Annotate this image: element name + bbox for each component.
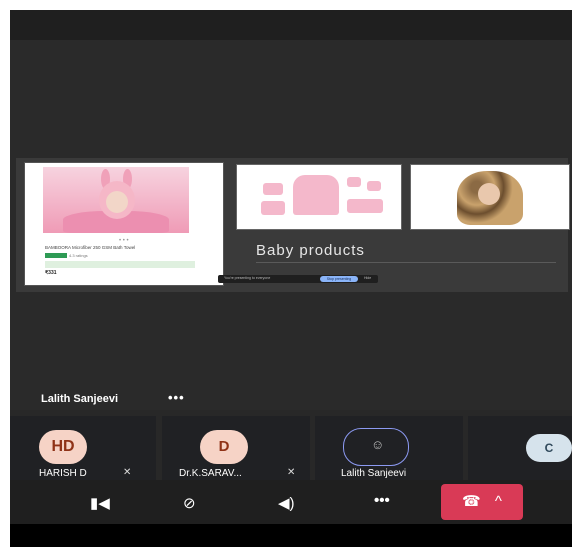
meeting-window: • • • BAMBOORA Microfiber 250 GSM Bath T… bbox=[10, 10, 572, 547]
person-icon: ☺ bbox=[371, 437, 385, 452]
presenter-more-button[interactable]: ••• bbox=[168, 390, 185, 405]
call-controls: ▮◀ ⊘ ◀) ••• ☎ ^ bbox=[10, 480, 572, 524]
product-piece bbox=[261, 201, 285, 215]
mic-off-icon: ✕ bbox=[287, 467, 296, 478]
product-title: BAMBOORA Microfiber 250 GSM Bath Towel bbox=[45, 245, 136, 250]
participant-name: Dr.K.SARAV... bbox=[179, 468, 242, 479]
phone-hangup-icon: ☎ bbox=[462, 493, 481, 510]
product-piece bbox=[263, 183, 283, 195]
top-bar bbox=[10, 10, 572, 40]
carousel-dots: • • • bbox=[119, 238, 129, 244]
baby-face bbox=[106, 191, 128, 213]
leopard-towel-thumbnail bbox=[410, 164, 570, 230]
rating-badge bbox=[45, 253, 67, 258]
offer-strip bbox=[45, 261, 195, 268]
camera-off-icon[interactable]: ▮◀ bbox=[90, 494, 110, 512]
participant-tile[interactable]: D Dr.K.SARAV... ✕ bbox=[162, 416, 310, 480]
chevron-up-icon: ^ bbox=[494, 493, 502, 510]
baby-face bbox=[478, 183, 500, 205]
participant-name: Lalith Sanjeevi bbox=[341, 468, 407, 479]
slide-caption: Baby products bbox=[256, 242, 365, 259]
product-piece bbox=[347, 199, 383, 213]
caption-divider bbox=[256, 262, 556, 263]
participant-tile[interactable]: HD HARISH D ✕ bbox=[10, 416, 156, 480]
participant-name: HARISH D bbox=[39, 468, 87, 479]
mic-off-icon: ✕ bbox=[123, 467, 132, 478]
avatar: C bbox=[526, 434, 572, 462]
presenter-name: Lalith Sanjeevi bbox=[41, 393, 119, 405]
product-piece bbox=[347, 177, 361, 187]
presenting-banner: You're presenting to everyone Stop prese… bbox=[218, 275, 378, 283]
stop-presenting-button[interactable]: Stop presenting bbox=[320, 276, 358, 282]
shared-screen: • • • BAMBOORA Microfiber 250 GSM Bath T… bbox=[16, 158, 570, 292]
product-set-thumbnail bbox=[236, 164, 402, 230]
banner-text: You're presenting to everyone bbox=[224, 276, 271, 280]
hide-banner-button[interactable]: Hide bbox=[364, 276, 371, 280]
product-page-thumbnail: • • • BAMBOORA Microfiber 250 GSM Bath T… bbox=[24, 162, 224, 286]
product-photo bbox=[43, 167, 189, 233]
mic-off-icon[interactable]: ⊘ bbox=[183, 494, 196, 512]
product-rating: 4.3 ratings bbox=[69, 253, 88, 258]
avatar: HD bbox=[39, 430, 87, 464]
speaker-icon[interactable]: ◀) bbox=[278, 494, 295, 512]
more-options-button[interactable]: ••• bbox=[374, 492, 390, 509]
system-bar bbox=[10, 524, 572, 547]
product-price: ₹331 bbox=[45, 270, 57, 276]
product-piece bbox=[367, 181, 381, 191]
participant-tile[interactable]: C bbox=[468, 416, 572, 480]
hooded-towel-shape bbox=[293, 175, 339, 215]
end-call-button[interactable]: ☎ ^ bbox=[441, 484, 523, 520]
participant-tile[interactable]: ☺ Lalith Sanjeevi bbox=[315, 416, 463, 480]
avatar: D bbox=[200, 430, 248, 464]
